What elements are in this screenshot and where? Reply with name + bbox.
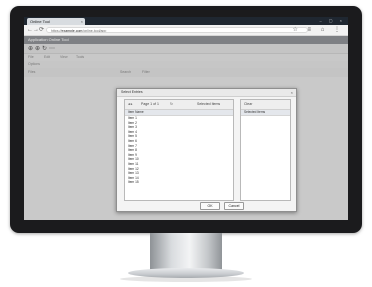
- url-domain: example.com: [61, 29, 83, 33]
- cancel-button[interactable]: Cancel: [224, 202, 244, 210]
- app-menu: File Edit View Tools: [24, 53, 348, 61]
- filter-item[interactable]: Files: [28, 69, 35, 76]
- nav-bar: ← → ⟳ https://example.com/online-tool/ap…: [24, 25, 348, 36]
- app-tool-2-icon[interactable]: ⊕: [35, 45, 40, 53]
- menu-item[interactable]: File: [28, 54, 34, 61]
- tab-title: Online Tool: [30, 19, 50, 24]
- reload-icon[interactable]: ⟳: [39, 26, 44, 34]
- selected-items-header: Selected Items: [241, 110, 290, 116]
- app-title: Application Online Tool: [28, 37, 69, 42]
- page-indicator: Page 1 of 1: [141, 102, 159, 106]
- ok-button[interactable]: OK: [200, 202, 220, 210]
- app-options-row: Options: [24, 61, 348, 68]
- address-bar[interactable]: https://example.com/online-tool/app: [46, 27, 308, 33]
- filter-item[interactable]: Filter: [142, 69, 150, 76]
- filter-item[interactable]: Search: [120, 69, 131, 76]
- window-controls[interactable]: – ▢ ×: [319, 18, 345, 23]
- selected-items-toggle[interactable]: Selected Items: [197, 100, 220, 109]
- app-filter-row: Files Search Filter: [24, 68, 348, 77]
- available-items-toolbar: ◂ ▸ Page 1 of 1 ↻ Selected Items: [125, 100, 233, 110]
- app-tool-1-icon[interactable]: ⊕: [28, 45, 33, 53]
- url-path: /online-tool/app: [82, 29, 107, 33]
- app-tool-4-icon[interactable]: ⋯: [49, 45, 55, 53]
- browser-window: Online Tool × – ▢ × ← → ⟳ https://exampl…: [24, 17, 348, 220]
- dialog-close-icon[interactable]: ×: [291, 89, 293, 96]
- selected-items-toolbar: Clear: [241, 100, 290, 110]
- menu-item[interactable]: Tools: [76, 54, 84, 61]
- browser-tab[interactable]: Online Tool ×: [27, 18, 85, 25]
- menu-item[interactable]: View: [60, 54, 68, 61]
- monitor-bezel: Online Tool × – ▢ × ← → ⟳ https://exampl…: [10, 6, 362, 233]
- list-item[interactable]: Item 15: [125, 180, 233, 185]
- app-toolbar: ⊕ ⊕ ↻ ⋯: [24, 44, 348, 53]
- menu-item[interactable]: Edit: [44, 54, 50, 61]
- url-scheme: https://: [51, 29, 62, 33]
- options-item[interactable]: Options: [28, 61, 40, 68]
- pager-nav-icon[interactable]: ◂ ▸: [128, 100, 133, 109]
- browser-toolbar-icons[interactable]: ☆ ≡ ⌂ ⋮: [292, 26, 344, 34]
- select-dialog: Select Entries × ◂ ▸ Page 1 of 1 ↻ Selec…: [116, 88, 297, 212]
- app-header: Application Online Tool: [24, 36, 348, 44]
- refresh-icon[interactable]: ↻: [170, 100, 173, 109]
- selected-items-panel: Clear Selected Items: [240, 99, 291, 201]
- app-tool-3-icon[interactable]: ↻: [42, 45, 47, 53]
- dialog-title: Select Entries: [121, 90, 143, 94]
- available-items-panel: ◂ ▸ Page 1 of 1 ↻ Selected Items Item Na…: [124, 99, 234, 201]
- dialog-titlebar: Select Entries ×: [117, 89, 296, 97]
- tab-close-icon[interactable]: ×: [81, 18, 83, 25]
- clear-button[interactable]: Clear: [244, 100, 252, 109]
- available-items-list: Item 1 Item 2 Item 3 Item 4 Item 5 Item …: [125, 116, 233, 185]
- monitor-stand-base: [128, 268, 244, 278]
- column-header: Item Name: [128, 110, 144, 114]
- column-header: Selected Items: [244, 110, 266, 114]
- tab-bar: Online Tool × – ▢ ×: [24, 17, 348, 25]
- monitor-stand-neck: [150, 233, 222, 270]
